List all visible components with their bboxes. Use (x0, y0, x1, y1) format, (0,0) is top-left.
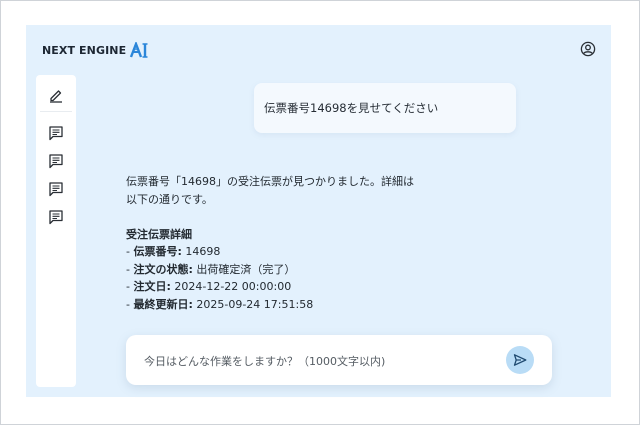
detail-value: 2024-12-22 00:00:00 (174, 280, 292, 293)
send-icon (513, 354, 527, 366)
sidebar-item-history-3[interactable] (46, 179, 66, 199)
detail-row: - 伝票番号: 14698 (126, 245, 221, 258)
detail-value: 14698 (185, 245, 221, 258)
new-chat-button[interactable] (46, 85, 66, 105)
sidebar (36, 75, 76, 387)
sidebar-item-history-4[interactable] (46, 207, 66, 227)
chat-icon (49, 182, 63, 197)
section-title: 受注伝票詳細 (126, 227, 192, 241)
detail-row: - 注文の状態: 出荷確定済（完了） (126, 262, 296, 276)
account-icon[interactable] (580, 41, 596, 57)
message-input[interactable] (142, 351, 506, 371)
sidebar-divider (40, 111, 72, 112)
detail-label: 最終更新日: (133, 297, 193, 311)
sidebar-item-history-2[interactable] (46, 151, 66, 171)
detail-value: 出荷確定済（完了） (196, 262, 296, 276)
message-composer (126, 335, 552, 385)
detail-row: - 注文日: 2024-12-22 00:00:00 (126, 280, 292, 293)
app-container: NEXT ENGINE 伝票番号14698を見せてください 伝票番号「14698… (26, 25, 611, 397)
assistant-message: 伝票番号「14698」の受注伝票が見つかりました。詳細は 以下の通りです。 受注… (126, 173, 426, 313)
user-message-bubble: 伝票番号14698を見せてください (254, 83, 516, 133)
pencil-icon (50, 90, 62, 103)
chat-area[interactable]: 伝票番号14698を見せてください 伝票番号「14698」の受注伝票が見つかりま… (94, 75, 554, 323)
detail-label: 伝票番号: (133, 245, 182, 258)
brand-logo: NEXT ENGINE (42, 41, 151, 59)
logo-ai-mark (130, 42, 148, 58)
detail-row: - 最終更新日: 2025-09-24 17:51:58 (126, 297, 314, 311)
chat-icon (49, 154, 63, 169)
detail-value: 2025-09-24 17:51:58 (196, 297, 314, 311)
detail-label: 注文日: (133, 280, 171, 293)
chat-icon (49, 126, 63, 141)
detail-label: 注文の状態: (133, 262, 193, 276)
assistant-intro-line: 以下の通りです。 (126, 192, 213, 206)
sidebar-item-history-1[interactable] (46, 123, 66, 143)
send-button[interactable] (506, 346, 534, 374)
logo-text: NEXT ENGINE (42, 43, 127, 57)
window-frame: NEXT ENGINE 伝票番号14698を見せてください 伝票番号「14698… (0, 0, 640, 425)
assistant-intro-line: 伝票番号「14698」の受注伝票が見つかりました。詳細は (126, 175, 414, 188)
chat-icon (49, 210, 63, 225)
